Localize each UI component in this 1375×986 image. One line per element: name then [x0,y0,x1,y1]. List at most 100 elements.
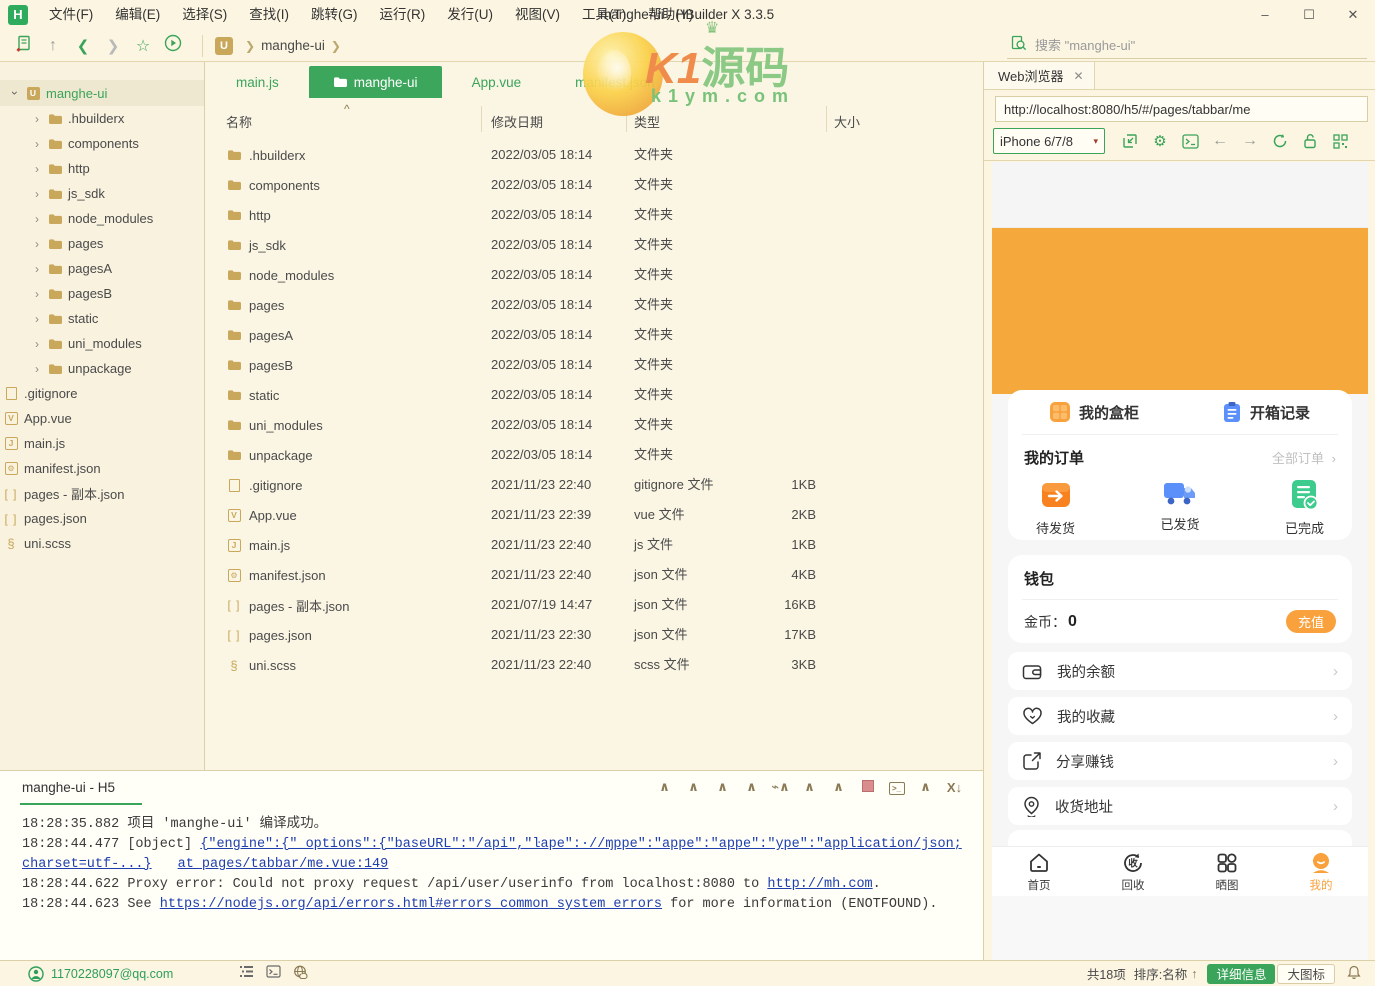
recharge-button[interactable]: 充值 [1286,610,1336,633]
menu-item-收货地址[interactable]: 收货地址 › [1008,787,1352,825]
account-status[interactable]: 1170228097@qq.com [28,965,173,982]
console-icon[interactable] [1175,129,1205,153]
detail-view-button[interactable]: 详细信息 [1207,963,1276,984]
minimize-icon[interactable]: – [1243,0,1287,30]
editor-tab-App.vue[interactable]: App.vue [448,66,546,98]
file-row-.hbuilderx[interactable]: .hbuilderx 2022/03/05 18:14 文件夹 [206,140,983,170]
log-link[interactable]: http://mh.com [767,877,872,892]
tree-root-project[interactable]: › Umanghe-ui [0,80,204,106]
forward-icon[interactable]: ❯ [98,37,128,55]
tree-file-.gitignore[interactable]: .gitignore [0,381,204,406]
editor-tab-manghe-ui[interactable]: manghe-ui [308,66,442,98]
unlock-icon[interactable] [1295,129,1325,153]
file-row-js_sdk[interactable]: js_sdk 2022/03/05 18:14 文件夹 [206,230,983,260]
run-icon[interactable] [158,34,188,57]
log-link[interactable]: at pages/tabbar/me.vue:149 [178,857,389,872]
tree-folder-uni_modules[interactable]: › uni_modules [0,331,204,356]
file-row-App.vue[interactable]: V App.vue 2021/11/23 22:39 vue 文件 2KB [206,500,983,530]
tree-folder-pagesB[interactable]: › pagesB [0,281,204,306]
nav-forward-icon[interactable]: → [1235,129,1265,153]
breadcrumb-project[interactable]: manghe-ui [261,38,325,53]
sort-ascending-icon[interactable]: ^ [344,102,350,116]
new-file-icon[interactable] [8,35,38,57]
order-status-已完成[interactable]: 已完成 [1285,478,1324,537]
tree-file-App.vue[interactable]: V App.vue [0,406,204,431]
chevron-right-icon[interactable]: › [30,312,44,326]
order-status-已发货[interactable]: 已发货 [1160,478,1200,537]
file-row-pagesA[interactable]: pagesA 2022/03/05 18:14 文件夹 [206,320,983,350]
nav-back-icon[interactable]: ← [1205,129,1235,153]
console-tab[interactable]: manghe-ui - H5 [22,780,115,795]
tree-folder-node_modules[interactable]: › node_modules [0,206,204,231]
scroll-top-icon[interactable]: ∧ [824,779,853,795]
chevron-right-icon[interactable]: › [30,337,44,351]
chevron-right-icon[interactable]: › [30,287,44,301]
chevron-right-icon[interactable]: › [30,262,44,276]
jump-icon[interactable]: ⌁∧ [766,779,795,795]
tree-folder-http[interactable]: › http [0,156,204,181]
tree-file-uni.scss[interactable]: § uni.scss [0,531,204,556]
menu-运行R[interactable]: 运行(R) [369,0,437,30]
editor-tab-manifest.json[interactable]: manifest.json [551,66,679,98]
tree-file-manifest.json[interactable]: ⚙ manifest.json [0,456,204,481]
tree-file-pages - 副本.json[interactable]: [ ] pages - 副本.json [0,481,204,506]
preview-tab-开箱记录[interactable]: 开箱记录 [1180,401,1352,423]
notification-bell-icon[interactable] [1347,965,1361,983]
chevron-right-icon[interactable]: › [30,362,44,376]
file-row-pages[interactable]: pages 2022/03/05 18:14 文件夹 [206,290,983,320]
back-icon[interactable]: ❮ [68,37,98,55]
file-row-uni_modules[interactable]: uni_modules 2022/03/05 18:14 文件夹 [206,410,983,440]
tabbar-晒图[interactable]: 晒图 [1180,847,1274,896]
tree-folder-js_sdk[interactable]: › js_sdk [0,181,204,206]
chevron-down-icon[interactable]: › [8,86,22,100]
qrcode-icon[interactable] [1325,129,1355,153]
tabbar-我的[interactable]: 我的 [1274,847,1368,896]
log-link[interactable]: https://nodejs.org/api/errors.html#error… [160,897,662,912]
order-status-待发货[interactable]: 待发货 [1036,478,1075,537]
chevron-right-icon[interactable]: › [30,162,44,176]
tree-folder-pages[interactable]: › pages [0,231,204,256]
menu-文件F[interactable]: 文件(F) [38,0,104,30]
file-row-main.js[interactable]: Jmain.js 2021/11/23 22:40 js 文件 1KB [206,530,983,560]
upload-icon[interactable]: ↑ [38,37,68,55]
file-row-pages - 副本.json[interactable]: [ ] pages - 副本.json 2021/07/19 14:47 json 文… [206,590,983,620]
tree-folder-static[interactable]: › static [0,306,204,331]
tree-file-pages.json[interactable]: [ ] pages.json [0,506,204,531]
tabbar-首页[interactable]: 首页 [992,847,1086,896]
file-row-manifest.json[interactable]: ⚙ manifest.json 2021/11/23 22:40 json 文件 4KB [206,560,983,590]
outline-list-icon[interactable] [233,965,260,982]
chevron-right-icon[interactable]: › [30,112,44,126]
chevron-right-icon[interactable]: › [30,187,44,201]
device-selector[interactable]: iPhone 6/7/8 ▾ [993,128,1105,154]
terminal-status-icon[interactable] [260,965,287,982]
refresh-icon[interactable] [1265,129,1295,153]
preview-tab-我的盒柜[interactable]: 我的盒柜 [1008,401,1180,423]
settings-gear-icon[interactable]: ⚙ [1145,129,1175,153]
menu-item-我的余额[interactable]: 我的余额 › [1008,652,1352,690]
chevron-right-icon[interactable]: › [30,212,44,226]
favorite-star-icon[interactable]: ☆ [128,36,158,56]
network-globe-icon[interactable] [287,965,314,982]
tree-folder-pagesA[interactable]: › pagesA [0,256,204,281]
file-row-static[interactable]: static 2022/03/05 18:14 文件夹 [206,380,983,410]
new-terminal-icon[interactable]: >_ [882,779,911,795]
chevron-right-icon[interactable]: › [30,237,44,251]
tree-folder-unpackage[interactable]: › unpackage [0,356,204,381]
menu-查找I[interactable]: 查找(I) [238,0,300,30]
collapse-icon[interactable]: ∧ [650,779,679,795]
collapse-panel-icon[interactable]: ∧ [911,779,940,795]
column-type[interactable]: 类型 [634,112,660,131]
column-size[interactable]: 大小 [834,112,860,131]
large-icon-view-button[interactable]: 大图标 [1277,963,1335,984]
file-row-.gitignore[interactable]: .gitignore 2021/11/23 22:40 gitignore 文件 1K… [206,470,983,500]
close-tab-icon[interactable]: ✕ [1074,69,1084,83]
maximize-icon[interactable]: ☐ [1287,0,1331,30]
prev-message-icon[interactable]: ∧ [679,779,708,795]
menu-item-我的收藏[interactable]: 我的收藏 › [1008,697,1352,735]
menu-跳转G[interactable]: 跳转(G) [300,0,369,30]
all-orders-link[interactable]: 全部订单 › [1272,448,1336,467]
clear-log-icon[interactable]: X↓ [940,780,969,795]
column-date[interactable]: 修改日期 [491,112,543,131]
menu-发行U[interactable]: 发行(U) [436,0,504,30]
file-row-components[interactable]: components 2022/03/05 18:14 文件夹 [206,170,983,200]
